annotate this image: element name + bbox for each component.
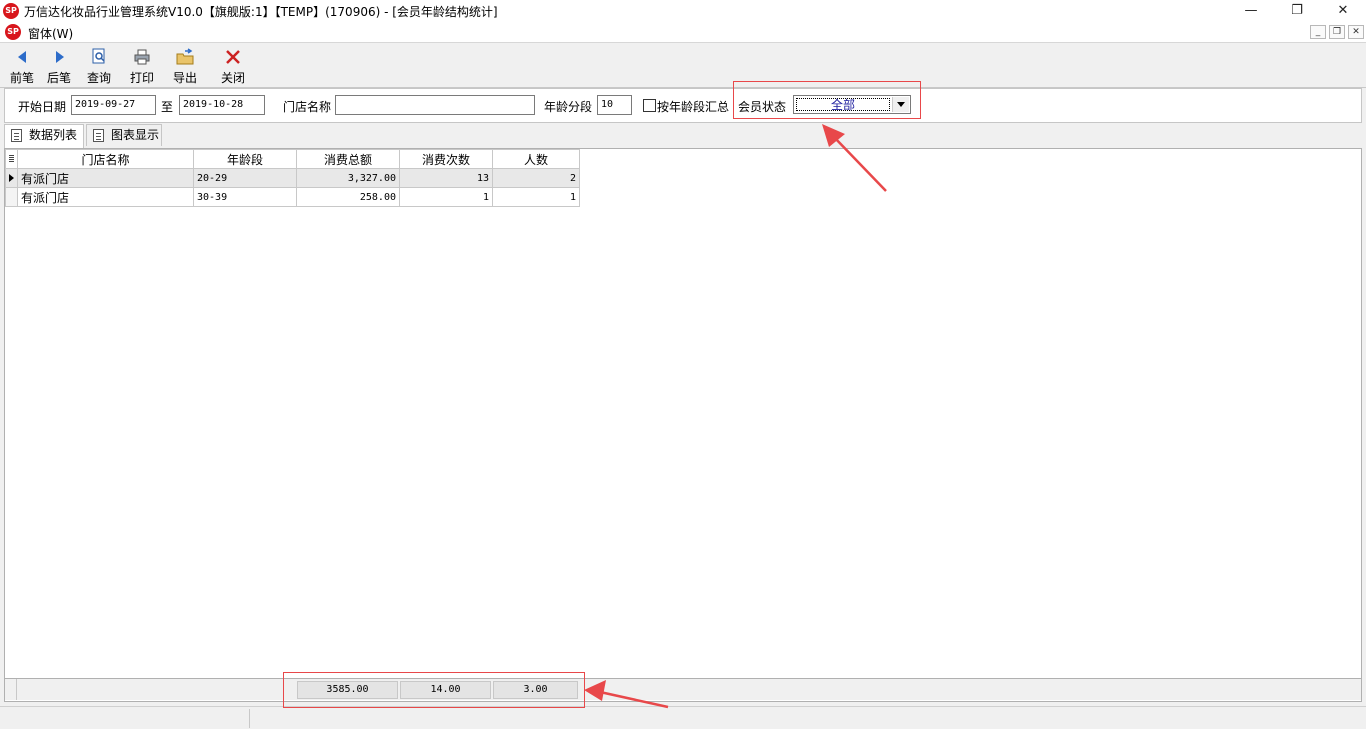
menu-window[interactable]: 窗体(W) [28,25,73,42]
export-label: 导出 [172,71,197,85]
toolbar: 前笔 后笔 查询 打印 导出 关闭 [0,44,1366,88]
chevron-down-icon[interactable] [892,97,909,112]
start-date-label: 开始日期 [18,100,67,114]
table-row[interactable]: 有派门店 20-29 3,327.00 13 2 [5,168,580,188]
app-logo-icon: SP [3,3,19,19]
window-title: 万信达化妆品行业管理系统V10.0【旗舰版:1】【TEMP】(170906) -… [24,5,498,19]
title-bar: SP 万信达化妆品行业管理系统V10.0【旗舰版:1】【TEMP】(170906… [0,0,1366,22]
printer-icon [133,48,151,66]
column-header-total[interactable]: 消费总额 [296,149,400,169]
print-button[interactable]: 打印 [124,46,160,86]
chart-document-icon [93,129,104,142]
tab-data-list-label: 数据列表 [29,128,78,142]
row-selector-header[interactable] [5,149,18,169]
summary-by-age-label: 按年龄段汇总 [657,100,730,114]
query-label: 查询 [86,71,111,85]
row-indicator [5,187,18,207]
mdi-close-button[interactable]: ✕ [1348,25,1364,39]
restore-button[interactable]: ❐ [1274,0,1320,22]
prev-record-button[interactable]: 前笔 [6,46,38,86]
store-name-label: 门店名称 [283,100,332,114]
export-button[interactable]: 导出 [167,46,203,86]
store-name-field[interactable] [335,95,535,115]
status-panel-2 [250,709,1366,728]
cell-total[interactable]: 3,327.00 [296,168,400,188]
tab-chart-view[interactable]: 图表显示 [86,124,162,146]
totals-footer: 3585.00 14.00 3.00 [5,678,1361,700]
total-count-sum: 14.00 [400,681,491,699]
tab-chart-view-label: 图表显示 [111,128,160,142]
table-row[interactable]: 有派门店 30-39 258.00 1 1 [5,187,580,207]
cell-people[interactable]: 2 [492,168,580,188]
total-amount-sum: 3585.00 [297,681,398,699]
tab-data-list[interactable]: 数据列表 [4,124,84,148]
next-label: 后笔 [46,71,71,85]
filter-panel: 开始日期 2019-09-27 至 2019-10-28 门店名称 年龄分段 1… [4,88,1362,123]
column-header-count[interactable]: 消费次数 [399,149,493,169]
status-bar [0,706,1366,729]
close-form-button[interactable]: 关闭 [214,46,252,86]
arrow-right-icon [50,48,68,66]
column-header-people[interactable]: 人数 [492,149,580,169]
member-status-select[interactable]: 全部 [793,95,911,114]
age-segment-field[interactable]: 10 [597,95,632,115]
mdi-logo-icon: SP [5,24,21,40]
status-panel-1 [0,709,250,728]
data-grid: 门店名称 年龄段 消费总额 消费次数 人数 有派门店 20-29 3,327.0… [4,148,1362,702]
start-date-field[interactable]: 2019-09-27 [71,95,156,115]
cell-count[interactable]: 13 [399,168,493,188]
cell-age-range[interactable]: 30-39 [193,187,297,207]
age-segment-label: 年龄分段 [544,100,593,114]
cell-store[interactable]: 有派门店 [17,187,194,207]
print-label: 打印 [129,71,154,85]
column-header-store[interactable]: 门店名称 [17,149,194,169]
end-date-field[interactable]: 2019-10-28 [179,95,265,115]
member-status-value: 全部 [796,98,890,112]
next-record-button[interactable]: 后笔 [43,46,75,86]
member-status-label: 会员状态 [738,100,787,114]
menu-bar: SP 窗体(W) _ ❐ ✕ [0,22,1366,43]
row-indicator [5,168,18,188]
search-document-icon [90,48,108,66]
results-table: 门店名称 年龄段 消费总额 消费次数 人数 有派门店 20-29 3,327.0… [5,149,580,207]
prev-label: 前笔 [9,71,34,85]
cell-store[interactable]: 有派门店 [17,168,194,188]
total-people-sum: 3.00 [493,681,578,699]
cell-age-range[interactable]: 20-29 [193,168,297,188]
arrow-left-icon [13,48,31,66]
summary-by-age-checkbox[interactable] [643,99,656,112]
column-header-age-range[interactable]: 年龄段 [193,149,297,169]
minimize-button[interactable]: — [1228,0,1274,22]
cell-total[interactable]: 258.00 [296,187,400,207]
close-window-button[interactable]: ✕ [1320,0,1366,22]
query-button[interactable]: 查询 [81,46,117,86]
footer-indicator [5,679,17,700]
mdi-restore-button[interactable]: ❐ [1329,25,1345,39]
cell-count[interactable]: 1 [399,187,493,207]
table-header-row: 门店名称 年龄段 消费总额 消费次数 人数 [5,149,580,169]
mdi-minimize-button[interactable]: _ [1310,25,1326,39]
document-list-icon [11,129,22,142]
to-label: 至 [161,100,174,114]
export-folder-icon [176,48,194,66]
close-icon [224,48,242,66]
cell-people[interactable]: 1 [492,187,580,207]
current-row-arrow-icon [9,174,14,182]
close-label: 关闭 [220,71,245,85]
